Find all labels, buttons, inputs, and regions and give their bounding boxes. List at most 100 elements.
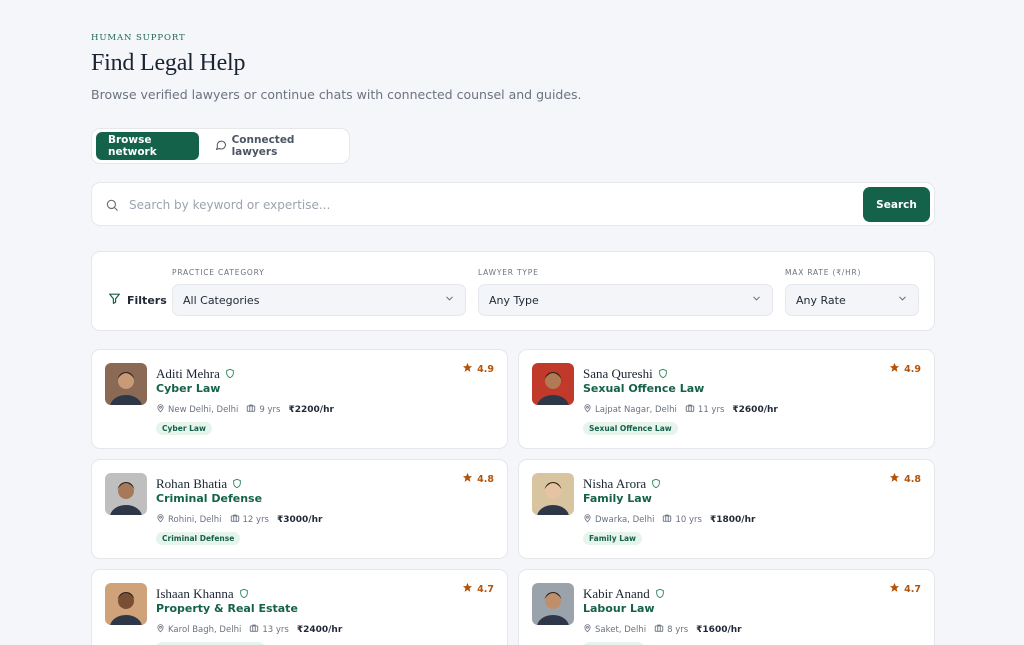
rating-value: 4.7 (904, 583, 921, 595)
lawyer-meta: Karol Bagh, Delhi 13 yrs ₹2400/hr (156, 623, 342, 636)
rating: 4.9 (462, 362, 494, 376)
lawyer-card[interactable]: Aditi Mehra Cyber Law New Delhi, Delhi 9… (91, 349, 508, 449)
experience-text: 11 yrs (697, 404, 725, 415)
avatar-portrait (105, 583, 147, 625)
filters-label-text: Filters (127, 293, 167, 307)
max-rate-value: Any Rate (796, 293, 846, 307)
max-rate-filter: MAX RATE (₹/HR) Any Rate (785, 268, 919, 316)
lawyer-name-row: Rohan Bhatia (156, 474, 242, 493)
hourly-rate: ₹1600/hr (696, 624, 742, 635)
lawyer-name: Sana Qureshi (583, 365, 653, 381)
lawyer-name-row: Aditi Mehra (156, 364, 235, 383)
verified-shield-icon (225, 364, 235, 383)
briefcase-icon (246, 403, 256, 416)
star-icon (889, 472, 900, 486)
location-text: Rohini, Delhi (168, 514, 222, 525)
location-text: New Delhi, Delhi (168, 404, 239, 415)
lawyer-type-value: Any Type (489, 293, 539, 307)
search-bar: Search (91, 182, 935, 226)
rating: 4.7 (889, 582, 921, 596)
briefcase-icon (249, 623, 259, 636)
avatar (532, 363, 574, 405)
location-text: Karol Bagh, Delhi (168, 624, 242, 635)
lawyer-specialty: Cyber Law (156, 382, 221, 395)
avatar (532, 583, 574, 625)
experience-text: 10 yrs (675, 514, 702, 525)
map-pin-icon (156, 403, 165, 416)
lawyer-card[interactable]: Nisha Arora Family Law Dwarka, Delhi 10 … (518, 459, 935, 559)
map-pin-icon (583, 403, 592, 416)
rating: 4.8 (462, 472, 494, 486)
location: Saket, Delhi (583, 623, 646, 636)
hourly-rate: ₹3000/hr (277, 514, 323, 525)
star-icon (462, 472, 473, 486)
star-icon (462, 582, 473, 596)
lawyer-type-caption: LAWYER TYPE (478, 268, 539, 277)
lawyer-card[interactable]: Kabir Anand Labour Law Saket, Delhi 8 yr… (518, 569, 935, 645)
lawyer-name-row: Nisha Arora (583, 474, 661, 493)
avatar (532, 473, 574, 515)
briefcase-icon (230, 513, 240, 526)
tab-connected-lawyers[interactable]: Connected lawyers (207, 132, 345, 160)
rating: 4.7 (462, 582, 494, 596)
lawyer-meta: New Delhi, Delhi 9 yrs ₹2200/hr (156, 403, 334, 416)
practice-category-caption: PRACTICE CATEGORY (172, 268, 265, 277)
lawyer-meta: Dwarka, Delhi 10 yrs ₹1800/hr (583, 513, 755, 526)
experience: 13 yrs (249, 623, 289, 636)
lawyer-name-row: Sana Qureshi (583, 364, 668, 383)
tab-browse-network[interactable]: Browse network (96, 132, 199, 160)
lawyer-card[interactable]: Rohan Bhatia Criminal Defense Rohini, De… (91, 459, 508, 559)
verified-shield-icon (658, 364, 668, 383)
practice-tag: Sexual Offence Law (583, 422, 678, 435)
avatar (105, 473, 147, 515)
chat-bubble-icon (215, 139, 227, 154)
briefcase-icon (654, 623, 664, 636)
location: Dwarka, Delhi (583, 513, 654, 526)
map-pin-icon (156, 623, 165, 636)
practice-category-select[interactable]: All Categories (172, 284, 466, 316)
lawyer-specialty: Sexual Offence Law (583, 382, 705, 395)
filter-icon (108, 292, 121, 308)
tab-label: Browse network (108, 134, 157, 158)
page-title: Find Legal Help (91, 50, 246, 76)
verified-shield-icon (232, 474, 242, 493)
verified-shield-icon (239, 584, 249, 603)
lawyer-specialty: Family Law (583, 492, 652, 505)
search-input[interactable] (129, 193, 849, 217)
experience: 12 yrs (230, 513, 269, 526)
practice-tag: Criminal Defense (156, 532, 241, 545)
experience: 9 yrs (246, 403, 281, 416)
location-text: Lajpat Nagar, Delhi (595, 404, 677, 415)
tab-label: Connected lawyers (231, 134, 295, 158)
lawyer-type-select[interactable]: Any Type (478, 284, 773, 316)
search-button[interactable]: Search (863, 187, 930, 222)
max-rate-caption: MAX RATE (₹/HR) (785, 268, 862, 277)
experience-text: 12 yrs (242, 514, 269, 525)
view-tabs: Browse network Connected lawyers (91, 128, 350, 164)
hourly-rate: ₹2200/hr (288, 404, 334, 415)
avatar (105, 363, 147, 405)
section-eyebrow: HUMAN SUPPORT (91, 33, 186, 43)
practice-category-value: All Categories (183, 293, 260, 307)
location-text: Dwarka, Delhi (595, 514, 655, 525)
avatar-portrait (532, 363, 574, 405)
lawyer-name: Aditi Mehra (156, 365, 220, 381)
map-pin-icon (583, 513, 592, 526)
chevron-down-icon (897, 293, 908, 307)
experience-text: 8 yrs (667, 624, 689, 635)
lawyer-meta: Rohini, Delhi 12 yrs ₹3000/hr (156, 513, 322, 526)
lawyer-type-filter: LAWYER TYPE Any Type (478, 268, 773, 316)
lawyer-card[interactable]: Sana Qureshi Sexual Offence Law Lajpat N… (518, 349, 935, 449)
hourly-rate: ₹1800/hr (709, 514, 756, 525)
practice-tag: Cyber Law (156, 422, 212, 435)
lawyer-name: Ishaan Khanna (156, 585, 234, 601)
experience: 10 yrs (662, 513, 702, 526)
lawyer-meta: Saket, Delhi 8 yrs ₹1600/hr (583, 623, 742, 636)
lawyer-name-row: Ishaan Khanna (156, 584, 249, 603)
rating-value: 4.8 (904, 473, 921, 485)
lawyer-card[interactable]: Ishaan Khanna Property & Real Estate Kar… (91, 569, 508, 645)
location: Rohini, Delhi (156, 513, 222, 526)
rating-value: 4.8 (477, 473, 494, 485)
verified-shield-icon (655, 584, 665, 603)
max-rate-select[interactable]: Any Rate (785, 284, 919, 316)
